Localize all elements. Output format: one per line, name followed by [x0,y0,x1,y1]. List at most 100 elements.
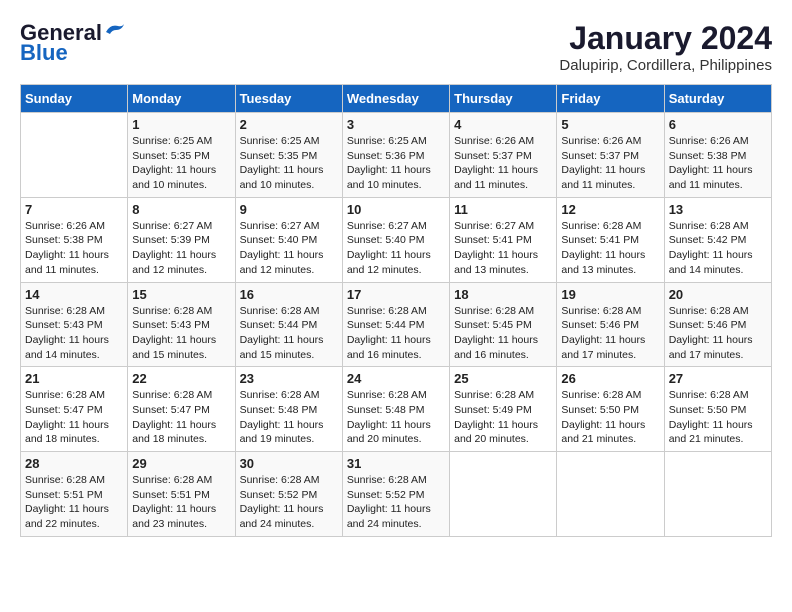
day-content: Sunrise: 6:27 AMSunset: 5:40 PMDaylight:… [240,219,338,278]
header-day-saturday: Saturday [664,85,771,113]
day-number: 2 [240,117,338,132]
day-content: Sunrise: 6:26 AMSunset: 5:37 PMDaylight:… [561,134,659,193]
calendar-cell: 30Sunrise: 6:28 AMSunset: 5:52 PMDayligh… [235,452,342,537]
calendar-cell: 19 Sunrise: 6:28 AMSunset: 5:46 PMDayligh… [557,282,664,367]
day-number: 5 [561,117,659,132]
calendar-cell: 10 Sunrise: 6:27 AMSunset: 5:40 PMDayligh… [342,197,449,282]
day-number: 11 [454,202,552,217]
calendar-cell: 3 Sunrise: 6:25 AMSunset: 5:36 PMDaylight… [342,113,449,198]
day-content: Sunrise: 6:28 AMSunset: 5:46 PMDaylight:… [561,304,659,363]
day-number: 19 [561,287,659,302]
logo-blue: Blue [20,40,68,66]
calendar-cell: 16 Sunrise: 6:28 AMSunset: 5:44 PMDayligh… [235,282,342,367]
day-content: Sunrise: 6:28 AMSunset: 5:49 PMDaylight:… [454,388,552,447]
day-number: 16 [240,287,338,302]
day-number: 9 [240,202,338,217]
week-row-5: 28Sunrise: 6:28 AMSunset: 5:51 PMDayligh… [21,452,772,537]
logo: General Blue [20,20,126,66]
day-number: 14 [25,287,123,302]
header-day-sunday: Sunday [21,85,128,113]
day-number: 4 [454,117,552,132]
day-content: Sunrise: 6:28 AMSunset: 5:43 PMDaylight:… [25,304,123,363]
day-number: 1 [132,117,230,132]
logo-bird-icon [104,22,126,40]
day-content: Sunrise: 6:28 AMSunset: 5:52 PMDaylight:… [347,473,445,532]
calendar-cell: 24Sunrise: 6:28 AMSunset: 5:48 PMDayligh… [342,367,449,452]
calendar-cell [450,452,557,537]
day-number: 13 [669,202,767,217]
calendar-cell: 26 Sunrise: 6:28 AMSunset: 5:50 PMDayligh… [557,367,664,452]
calendar-cell: 8 Sunrise: 6:27 AMSunset: 5:39 PMDaylight… [128,197,235,282]
week-row-2: 7Sunrise: 6:26 AMSunset: 5:38 PMDaylight… [21,197,772,282]
calendar-cell: 11 Sunrise: 6:27 AMSunset: 5:41 PMDayligh… [450,197,557,282]
calendar-cell: 22 Sunrise: 6:28 AMSunset: 5:47 PMDayligh… [128,367,235,452]
day-number: 18 [454,287,552,302]
calendar-cell: 29 Sunrise: 6:28 AMSunset: 5:51 PMDayligh… [128,452,235,537]
day-content: Sunrise: 6:27 AMSunset: 5:39 PMDaylight:… [132,219,230,278]
calendar-cell: 14 Sunrise: 6:28 AMSunset: 5:43 PMDayligh… [21,282,128,367]
day-content: Sunrise: 6:28 AMSunset: 5:51 PMDaylight:… [25,473,123,532]
calendar-cell: 12 Sunrise: 6:28 AMSunset: 5:41 PMDayligh… [557,197,664,282]
week-row-3: 14 Sunrise: 6:28 AMSunset: 5:43 PMDayligh… [21,282,772,367]
calendar-cell [21,113,128,198]
day-number: 6 [669,117,767,132]
day-content: Sunrise: 6:28 AMSunset: 5:45 PMDaylight:… [454,304,552,363]
day-number: 17 [347,287,445,302]
calendar-cell: 18 Sunrise: 6:28 AMSunset: 5:45 PMDayligh… [450,282,557,367]
calendar-title: January 2024 [559,20,772,57]
day-number: 20 [669,287,767,302]
header-row: SundayMondayTuesdayWednesdayThursdayFrid… [21,85,772,113]
day-content: Sunrise: 6:28 AMSunset: 5:47 PMDaylight:… [132,388,230,447]
day-number: 21 [25,371,123,386]
header-day-monday: Monday [128,85,235,113]
day-content: Sunrise: 6:25 AMSunset: 5:36 PMDaylight:… [347,134,445,193]
day-content: Sunrise: 6:28 AMSunset: 5:50 PMDaylight:… [561,388,659,447]
day-content: Sunrise: 6:26 AMSunset: 5:38 PMDaylight:… [25,219,123,278]
calendar-cell: 23 Sunrise: 6:28 AMSunset: 5:48 PMDayligh… [235,367,342,452]
day-number: 26 [561,371,659,386]
header-day-tuesday: Tuesday [235,85,342,113]
title-block: January 2024 Dalupirip, Cordillera, Phil… [559,20,772,74]
day-number: 3 [347,117,445,132]
calendar-cell: 4 Sunrise: 6:26 AMSunset: 5:37 PMDaylight… [450,113,557,198]
day-content: Sunrise: 6:28 AMSunset: 5:47 PMDaylight:… [25,388,123,447]
calendar-cell [664,452,771,537]
day-number: 23 [240,371,338,386]
calendar-cell: 21 Sunrise: 6:28 AMSunset: 5:47 PMDayligh… [21,367,128,452]
calendar-cell: 31 Sunrise: 6:28 AMSunset: 5:52 PMDayligh… [342,452,449,537]
day-content: Sunrise: 6:28 AMSunset: 5:51 PMDaylight:… [132,473,230,532]
page-header: General Blue January 2024 Dalupirip, Cor… [20,20,772,74]
header-day-friday: Friday [557,85,664,113]
day-content: Sunrise: 6:28 AMSunset: 5:52 PMDaylight:… [240,473,338,532]
calendar-cell: 17 Sunrise: 6:28 AMSunset: 5:44 PMDayligh… [342,282,449,367]
calendar-cell: 1 Sunrise: 6:25 AMSunset: 5:35 PMDaylight… [128,113,235,198]
day-number: 29 [132,456,230,471]
week-row-1: 1 Sunrise: 6:25 AMSunset: 5:35 PMDaylight… [21,113,772,198]
calendar-cell: 2 Sunrise: 6:25 AMSunset: 5:35 PMDaylight… [235,113,342,198]
day-number: 31 [347,456,445,471]
calendar-cell: 28Sunrise: 6:28 AMSunset: 5:51 PMDayligh… [21,452,128,537]
day-content: Sunrise: 6:25 AMSunset: 5:35 PMDaylight:… [240,134,338,193]
day-number: 10 [347,202,445,217]
day-content: Sunrise: 6:26 AMSunset: 5:37 PMDaylight:… [454,134,552,193]
day-number: 8 [132,202,230,217]
day-content: Sunrise: 6:28 AMSunset: 5:44 PMDaylight:… [347,304,445,363]
day-content: Sunrise: 6:28 AMSunset: 5:50 PMDaylight:… [669,388,767,447]
day-content: Sunrise: 6:27 AMSunset: 5:41 PMDaylight:… [454,219,552,278]
calendar-cell: 15Sunrise: 6:28 AMSunset: 5:43 PMDayligh… [128,282,235,367]
day-number: 22 [132,371,230,386]
day-content: Sunrise: 6:28 AMSunset: 5:41 PMDaylight:… [561,219,659,278]
calendar-cell: 6 Sunrise: 6:26 AMSunset: 5:38 PMDaylight… [664,113,771,198]
day-content: Sunrise: 6:26 AMSunset: 5:38 PMDaylight:… [669,134,767,193]
day-number: 27 [669,371,767,386]
day-content: Sunrise: 6:25 AMSunset: 5:35 PMDaylight:… [132,134,230,193]
day-number: 12 [561,202,659,217]
day-content: Sunrise: 6:28 AMSunset: 5:42 PMDaylight:… [669,219,767,278]
day-content: Sunrise: 6:27 AMSunset: 5:40 PMDaylight:… [347,219,445,278]
calendar-subtitle: Dalupirip, Cordillera, Philippines [559,57,772,74]
calendar-cell: 27 Sunrise: 6:28 AMSunset: 5:50 PMDayligh… [664,367,771,452]
day-content: Sunrise: 6:28 AMSunset: 5:46 PMDaylight:… [669,304,767,363]
calendar-cell: 25Sunrise: 6:28 AMSunset: 5:49 PMDayligh… [450,367,557,452]
day-content: Sunrise: 6:28 AMSunset: 5:48 PMDaylight:… [240,388,338,447]
day-content: Sunrise: 6:28 AMSunset: 5:44 PMDaylight:… [240,304,338,363]
